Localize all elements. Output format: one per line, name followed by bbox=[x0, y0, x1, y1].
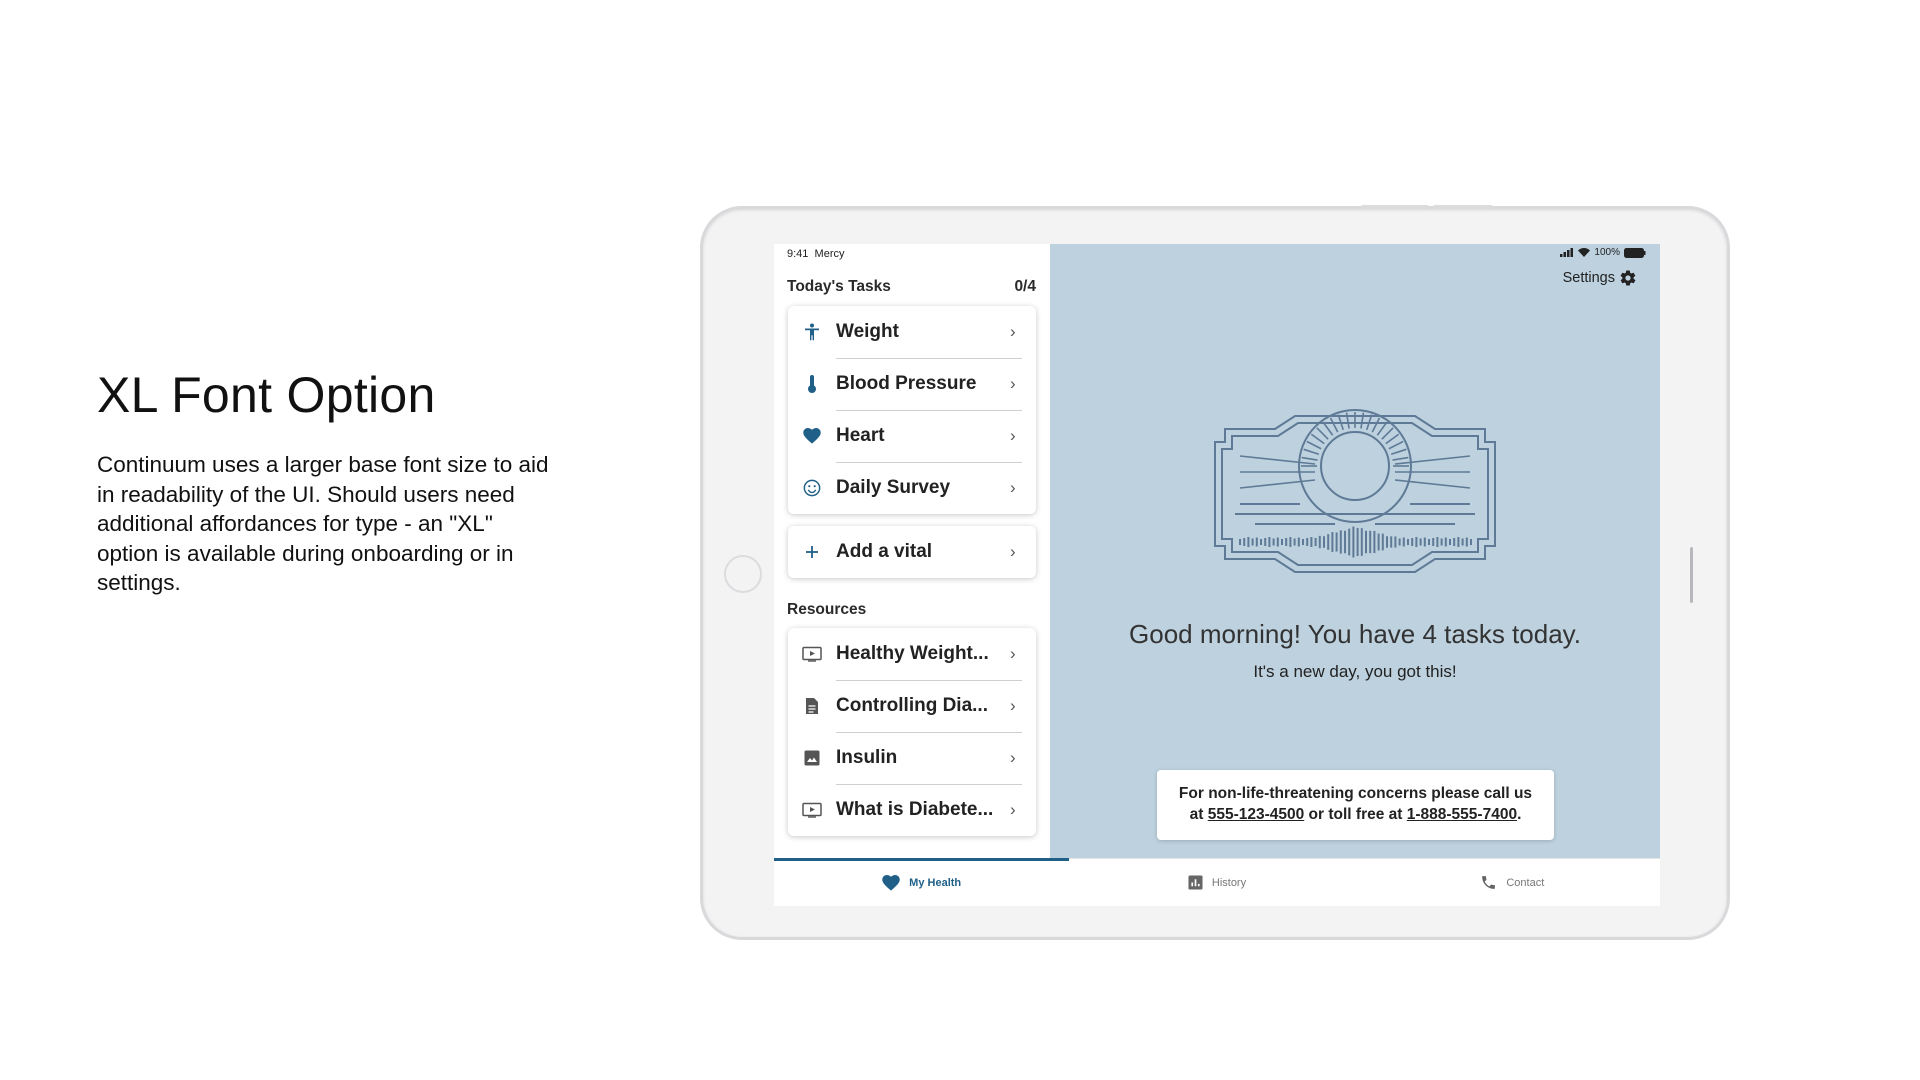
resource-label: Insulin bbox=[836, 747, 898, 768]
status-bar-left: 9:41 Mercy bbox=[787, 248, 845, 260]
status-bar-right: 100% bbox=[1560, 247, 1646, 258]
tab-my-health[interactable]: My Health bbox=[774, 858, 1070, 906]
add-vital-label: Add a vital bbox=[836, 541, 933, 562]
app-screen: 9:41 Mercy Today's Tasks 0/4 Weight › Bl… bbox=[774, 244, 1660, 906]
phone-icon bbox=[1482, 876, 1496, 889]
bottom-tab-bar: My Health History Contact bbox=[774, 858, 1660, 906]
chevron-right-icon: › bbox=[1010, 426, 1016, 445]
device-top-button bbox=[1433, 205, 1493, 209]
chevron-right-icon: › bbox=[1010, 800, 1016, 819]
device-top-button bbox=[1361, 205, 1429, 209]
chevron-right-icon: › bbox=[1010, 644, 1016, 663]
resource-label: What is Diabete... bbox=[836, 799, 994, 820]
resource-item-insulin[interactable]: Insulin › bbox=[788, 732, 1036, 784]
heart-icon bbox=[788, 428, 836, 444]
emblem-ray bbox=[1371, 417, 1381, 433]
chevron-right-icon: › bbox=[1010, 478, 1016, 497]
emblem-ray bbox=[1390, 448, 1407, 456]
status-time: 9:41 bbox=[787, 248, 809, 260]
slide-title: XL Font Option bbox=[97, 367, 436, 423]
tab-history[interactable]: History bbox=[1069, 859, 1364, 906]
emblem-ray bbox=[1381, 427, 1394, 440]
task-label: Blood Pressure bbox=[836, 373, 977, 394]
tab-contact[interactable]: Contact bbox=[1365, 859, 1660, 906]
wifi-icon bbox=[1578, 248, 1591, 257]
chevron-right-icon: › bbox=[1010, 374, 1016, 393]
resource-label: Healthy Weight... bbox=[836, 643, 989, 664]
todays-tasks-heading: Today's Tasks bbox=[787, 278, 891, 295]
emblem-ray bbox=[1329, 417, 1339, 433]
resource-item-controlling-diabetes[interactable]: Controlling Dia... › bbox=[788, 680, 1036, 732]
status-carrier: Mercy bbox=[814, 248, 845, 260]
tasks-card: Weight › Blood Pressure › Heart › Daily … bbox=[788, 306, 1036, 514]
emblem-ray bbox=[1310, 433, 1325, 445]
tab-label: My Health bbox=[909, 876, 962, 889]
greeting-text: Good morning! You have 4 tasks today. bbox=[1129, 619, 1581, 649]
contact-line-2: at 555-123-4500 or toll free at 1-888-55… bbox=[1157, 804, 1554, 825]
gear-icon bbox=[1620, 270, 1636, 286]
smiley-icon bbox=[788, 479, 836, 497]
emblem-ray bbox=[1322, 421, 1334, 436]
hero-panel: 100% Settings Good morning! You have 4 t… bbox=[1050, 244, 1660, 858]
chevron-right-icon: › bbox=[1010, 748, 1016, 767]
emblem-ray bbox=[1385, 433, 1400, 445]
video-icon bbox=[788, 646, 836, 662]
video-icon bbox=[788, 802, 836, 818]
heart-icon bbox=[882, 874, 900, 891]
document-icon bbox=[788, 697, 836, 715]
task-label: Daily Survey bbox=[836, 477, 951, 498]
settings-label: Settings bbox=[1562, 270, 1615, 286]
resource-label: Controlling Dia... bbox=[836, 695, 988, 716]
ipad-frame: 9:41 Mercy Today's Tasks 0/4 Weight › Bl… bbox=[700, 205, 1730, 940]
settings-button[interactable]: Settings bbox=[1563, 269, 1637, 287]
emblem-ray bbox=[1388, 440, 1404, 450]
battery-percent: 100% bbox=[1594, 247, 1620, 258]
resource-item-what-is-diabetes[interactable]: What is Diabete... › bbox=[788, 784, 1036, 836]
chevron-right-icon: › bbox=[1010, 322, 1016, 341]
signal-icon bbox=[1560, 248, 1574, 257]
emblem-ray bbox=[1316, 427, 1329, 440]
tab-label: Contact bbox=[1506, 876, 1545, 889]
chevron-right-icon: › bbox=[1010, 542, 1016, 561]
plus-icon bbox=[788, 545, 836, 559]
chart-icon bbox=[1188, 875, 1203, 890]
tasks-panel: 9:41 Mercy Today's Tasks 0/4 Weight › Bl… bbox=[774, 244, 1050, 858]
battery-icon bbox=[1624, 247, 1646, 258]
emblem-ray bbox=[1306, 440, 1322, 450]
contact-line-1: For non-life-threatening concerns please… bbox=[1178, 785, 1533, 802]
chevron-right-icon: › bbox=[1010, 696, 1016, 715]
sub-greeting-text: It's a new day, you got this! bbox=[1253, 662, 1457, 681]
home-button[interactable] bbox=[724, 555, 762, 593]
person-icon bbox=[788, 323, 836, 341]
contact-info-box: For non-life-threatening concerns please… bbox=[1157, 770, 1554, 840]
tollfree-link[interactable]: 1-888-555-7400 bbox=[1407, 806, 1517, 823]
emblem-ray bbox=[1392, 456, 1409, 461]
add-vital-card: Add a vital › bbox=[788, 526, 1036, 578]
task-item-daily-survey[interactable]: Daily Survey › bbox=[788, 462, 1036, 514]
emblem-ray bbox=[1301, 456, 1318, 461]
task-count: 0/4 bbox=[1014, 278, 1036, 295]
contact-prefix: at bbox=[1189, 806, 1208, 823]
add-vital-button[interactable]: Add a vital › bbox=[788, 526, 1036, 578]
phone-link[interactable]: 555-123-4500 bbox=[1208, 806, 1305, 823]
task-label: Heart bbox=[836, 425, 885, 446]
sunrise-emblem-icon bbox=[1214, 409, 1496, 573]
task-item-weight[interactable]: Weight › bbox=[788, 306, 1036, 358]
device-side-button bbox=[1690, 547, 1693, 603]
thermometer-icon bbox=[788, 374, 836, 394]
contact-suffix: . bbox=[1517, 806, 1522, 823]
image-icon bbox=[788, 750, 836, 766]
resource-item-healthy-weight[interactable]: Healthy Weight... › bbox=[788, 628, 1036, 680]
tab-label: History bbox=[1211, 876, 1247, 889]
emblem-ray bbox=[1303, 448, 1320, 456]
emblem-ray bbox=[1376, 421, 1388, 436]
resources-card: Healthy Weight... › Controlling Dia... ›… bbox=[788, 628, 1036, 836]
contact-middle: or toll free at bbox=[1304, 806, 1407, 823]
resources-heading: Resources bbox=[787, 601, 867, 618]
task-label: Weight bbox=[836, 321, 899, 342]
task-item-blood-pressure[interactable]: Blood Pressure › bbox=[788, 358, 1036, 410]
task-item-heart[interactable]: Heart › bbox=[788, 410, 1036, 462]
slide-description: Continuum uses a larger base font size t… bbox=[97, 452, 549, 595]
